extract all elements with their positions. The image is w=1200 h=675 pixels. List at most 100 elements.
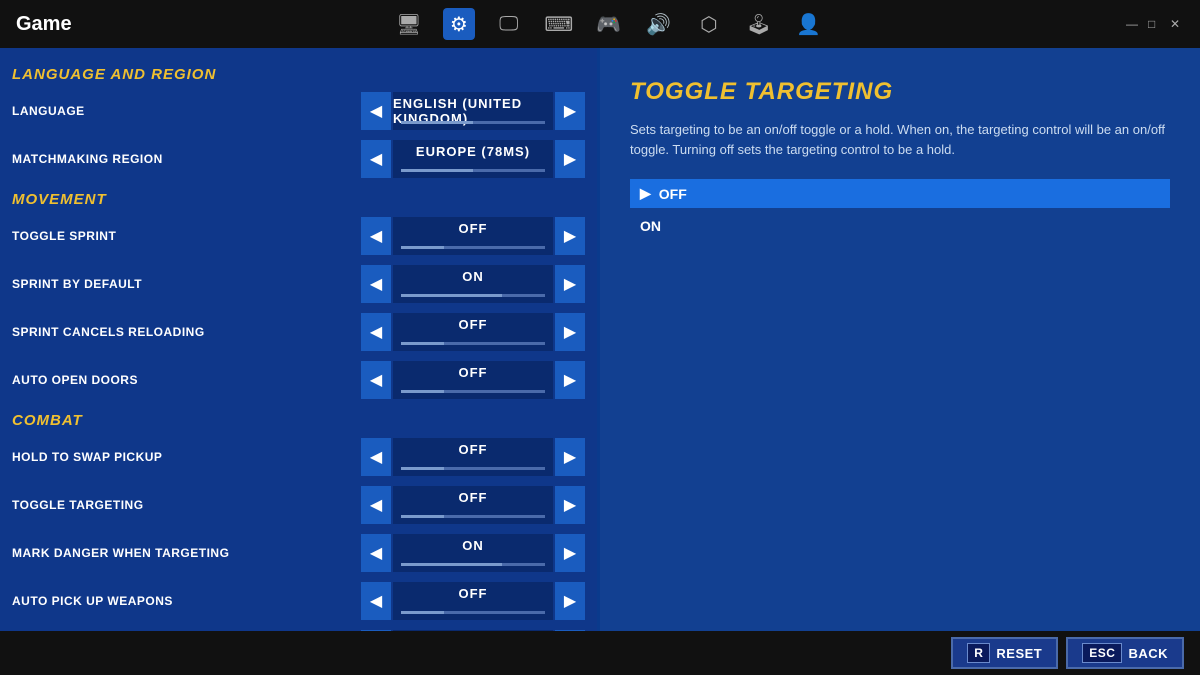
- tab-network[interactable]: ⬡: [693, 8, 725, 40]
- mark-danger-next-button[interactable]: ▶: [555, 534, 585, 572]
- auto-open-doors-bar: [401, 390, 545, 393]
- auto-pick-up-next-button[interactable]: ▶: [555, 582, 585, 620]
- sprint-cancels-prev-button[interactable]: ◀: [361, 313, 391, 351]
- control-auto-pick-up-weapons: ◀ OFF ▶: [361, 582, 585, 620]
- toggle-targeting-next-button[interactable]: ▶: [555, 486, 585, 524]
- matchmaking-value-box: EUROPE (78MS): [393, 140, 553, 178]
- reset-button[interactable]: R RESET: [951, 637, 1058, 669]
- auto-pick-up-prev-button[interactable]: ◀: [361, 582, 391, 620]
- auto-sort-value-box: ON: [393, 630, 553, 631]
- back-button[interactable]: ESC BACK: [1066, 637, 1184, 669]
- control-sprint-by-default: ◀ ON ▶: [361, 265, 585, 303]
- sprint-default-prev-button[interactable]: ◀: [361, 265, 391, 303]
- toggle-sprint-next-button[interactable]: ▶: [555, 217, 585, 255]
- tab-gear[interactable]: ⚙: [443, 8, 475, 40]
- label-mark-danger: MARK DANGER WHEN TARGETING: [12, 546, 361, 560]
- mark-danger-value-box: ON: [393, 534, 553, 572]
- control-sprint-cancels-reloading: ◀ OFF ▶: [361, 313, 585, 351]
- control-language: ◀ ENGLISH (UNITED KINGDOM) ▶: [361, 92, 585, 130]
- matchmaking-prev-button[interactable]: ◀: [361, 140, 391, 178]
- setting-mark-danger: MARK DANGER WHEN TARGETING ◀ ON ▶: [0, 529, 597, 577]
- label-sprint-by-default: SPRINT BY DEFAULT: [12, 277, 361, 291]
- maximize-button[interactable]: □: [1148, 17, 1162, 31]
- section-combat: COMBAT: [0, 404, 597, 433]
- mark-danger-bar: [401, 563, 545, 566]
- sprint-cancels-bar: [401, 342, 545, 345]
- tab-monitor[interactable]: 🖥: [393, 8, 425, 40]
- settings-panel: LANGUAGE AND REGION LANGUAGE ◀ ENGLISH (…: [0, 48, 600, 631]
- matchmaking-next-button[interactable]: ▶: [555, 140, 585, 178]
- option-on[interactable]: ON: [630, 212, 1170, 240]
- language-bar: [401, 121, 545, 124]
- auto-open-doors-next-button[interactable]: ▶: [555, 361, 585, 399]
- setting-hold-to-swap: HOLD TO SWAP PICKUP ◀ OFF ▶: [0, 433, 597, 481]
- toggle-targeting-value: OFF: [459, 490, 488, 505]
- label-toggle-sprint: TOGGLE SPRINT: [12, 229, 361, 243]
- auto-pick-up-value: OFF: [459, 586, 488, 601]
- toggle-targeting-value-box: OFF: [393, 486, 553, 524]
- tab-audio[interactable]: 🔊: [643, 8, 675, 40]
- control-toggle-targeting: ◀ OFF ▶: [361, 486, 585, 524]
- sprint-default-bar: [401, 294, 545, 297]
- control-auto-open-doors: ◀ OFF ▶: [361, 361, 585, 399]
- setting-language: LANGUAGE ◀ ENGLISH (UNITED KINGDOM) ▶: [0, 87, 597, 135]
- toggle-sprint-prev-button[interactable]: ◀: [361, 217, 391, 255]
- control-auto-sort-consumables: ◀ ON ▶: [361, 630, 585, 631]
- control-matchmaking-region: ◀ EUROPE (78MS) ▶: [361, 140, 585, 178]
- control-toggle-sprint: ◀ OFF ▶: [361, 217, 585, 255]
- label-matchmaking-region: MATCHMAKING REGION: [12, 152, 361, 166]
- hold-to-swap-next-button[interactable]: ▶: [555, 438, 585, 476]
- back-key: ESC: [1082, 643, 1122, 663]
- hold-to-swap-value: OFF: [459, 442, 488, 457]
- tab-controller[interactable]: 🕹: [743, 8, 775, 40]
- auto-open-doors-prev-button[interactable]: ◀: [361, 361, 391, 399]
- sprint-cancels-next-button[interactable]: ▶: [555, 313, 585, 351]
- tab-user[interactable]: 👤: [793, 8, 825, 40]
- sprint-default-next-button[interactable]: ▶: [555, 265, 585, 303]
- label-hold-to-swap: HOLD TO SWAP PICKUP: [12, 450, 361, 464]
- language-next-button[interactable]: ▶: [555, 92, 585, 130]
- minimize-button[interactable]: —: [1126, 17, 1140, 31]
- window-title: Game: [16, 13, 72, 36]
- label-auto-pick-up-weapons: AUTO PICK UP WEAPONS: [12, 594, 361, 608]
- bottom-bar: R RESET ESC BACK: [0, 631, 1200, 675]
- auto-sort-next-button[interactable]: ▶: [555, 630, 585, 631]
- tab-display[interactable]: 🖵: [493, 8, 525, 40]
- tab-keyboard[interactable]: ⌨: [543, 8, 575, 40]
- matchmaking-bar: [401, 169, 545, 172]
- section-movement: MOVEMENT: [0, 183, 597, 212]
- setting-auto-sort-consumables: AUTO SORT CONSUMABLES TO RIGHT ◀ ON ▶: [0, 625, 597, 631]
- hold-to-swap-bar: [401, 467, 545, 470]
- toggle-targeting-prev-button[interactable]: ◀: [361, 486, 391, 524]
- language-prev-button[interactable]: ◀: [361, 92, 391, 130]
- option-off-arrow: ▶: [640, 185, 651, 202]
- option-on-label: ON: [640, 218, 661, 234]
- tab-gamepad[interactable]: 🎮: [593, 8, 625, 40]
- mark-danger-value: ON: [462, 538, 484, 553]
- option-off-label: OFF: [659, 186, 687, 202]
- description-text: Sets targeting to be an on/off toggle or…: [630, 120, 1170, 159]
- back-label: BACK: [1128, 646, 1168, 661]
- description-title: TOGGLE TARGETING: [630, 78, 1170, 106]
- section-language-region: LANGUAGE AND REGION: [0, 58, 597, 87]
- setting-matchmaking-region: MATCHMAKING REGION ◀ EUROPE (78MS) ▶: [0, 135, 597, 183]
- hold-to-swap-prev-button[interactable]: ◀: [361, 438, 391, 476]
- mark-danger-prev-button[interactable]: ◀: [361, 534, 391, 572]
- label-toggle-targeting: TOGGLE TARGETING: [12, 498, 361, 512]
- option-off[interactable]: ▶ OFF: [630, 179, 1170, 208]
- toggle-sprint-value-box: OFF: [393, 217, 553, 255]
- sprint-default-value: ON: [462, 269, 484, 284]
- auto-sort-prev-button[interactable]: ◀: [361, 630, 391, 631]
- close-button[interactable]: ✕: [1170, 17, 1184, 31]
- toggle-sprint-value: OFF: [459, 221, 488, 236]
- sprint-cancels-value: OFF: [459, 317, 488, 332]
- description-options: ▶ OFF ON: [630, 179, 1170, 240]
- title-bar: Game 🖥 ⚙ 🖵 ⌨ 🎮 🔊 ⬡ 🕹 👤 — □ ✕: [0, 0, 1200, 48]
- label-auto-open-doors: AUTO OPEN DOORS: [12, 373, 361, 387]
- label-language: LANGUAGE: [12, 104, 361, 118]
- auto-open-doors-value: OFF: [459, 365, 488, 380]
- main-content: LANGUAGE AND REGION LANGUAGE ◀ ENGLISH (…: [0, 48, 1200, 631]
- sprint-cancels-value-box: OFF: [393, 313, 553, 351]
- matchmaking-value: EUROPE (78MS): [416, 144, 530, 159]
- setting-sprint-cancels-reloading: SPRINT CANCELS RELOADING ◀ OFF ▶: [0, 308, 597, 356]
